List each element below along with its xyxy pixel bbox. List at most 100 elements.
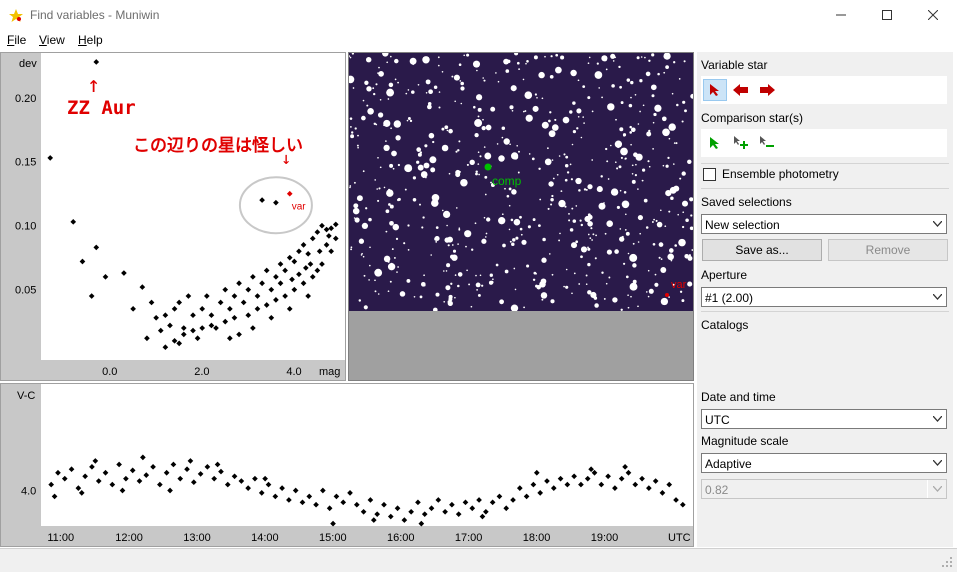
star <box>670 196 674 200</box>
star <box>389 204 394 209</box>
star <box>629 253 638 262</box>
star-field-image[interactable]: comp var <box>349 53 693 311</box>
star <box>632 263 637 268</box>
star <box>525 114 533 122</box>
star <box>660 297 669 306</box>
star <box>578 283 581 285</box>
star <box>622 133 627 137</box>
magnitude-scale-combo[interactable]: Adaptive <box>701 453 947 473</box>
star <box>460 81 464 86</box>
aperture-value: #1 (2.00) <box>705 291 754 305</box>
star <box>376 188 379 190</box>
menu-view[interactable]: View <box>39 33 65 47</box>
star <box>432 140 435 144</box>
star <box>362 170 365 173</box>
saved-selection-combo[interactable]: New selection <box>701 214 947 234</box>
star <box>453 74 460 81</box>
x-tick-label: 19:00 <box>591 532 619 544</box>
star <box>682 211 685 214</box>
star <box>476 289 478 291</box>
frame-image-panel[interactable]: comp var <box>348 52 694 381</box>
close-icon <box>928 10 938 20</box>
star <box>441 71 444 73</box>
star <box>607 178 610 180</box>
star <box>472 60 481 68</box>
star <box>490 106 496 112</box>
mag-dev-chart[interactable]: dev mag var 0.0 2.0 4.0 0.20 0.15 0.10 0.05 <box>1 53 345 380</box>
star <box>409 57 417 65</box>
add-comparison-button[interactable] <box>729 132 753 154</box>
select-variable-button[interactable] <box>703 79 727 101</box>
star <box>508 228 511 231</box>
menu-help[interactable]: Help <box>78 33 103 47</box>
star <box>637 123 640 125</box>
star <box>455 169 461 175</box>
save-as-button[interactable]: Save as... <box>702 239 822 261</box>
star <box>675 142 678 145</box>
star <box>685 218 689 222</box>
star <box>595 234 597 237</box>
star <box>374 179 376 181</box>
star <box>618 65 621 69</box>
y-tick-label: 0.10 <box>15 221 36 233</box>
star <box>648 165 651 168</box>
aperture-combo[interactable]: #1 (2.00) <box>701 287 947 307</box>
remove-selection-button[interactable]: Remove <box>828 239 948 261</box>
star <box>419 203 421 206</box>
star <box>393 120 401 128</box>
star <box>637 215 643 221</box>
next-variable-button[interactable] <box>755 79 779 101</box>
star <box>504 269 509 274</box>
var-star-marker[interactable] <box>665 293 669 297</box>
star <box>520 233 523 236</box>
star <box>404 188 407 191</box>
star <box>562 116 570 124</box>
star <box>570 178 573 181</box>
star <box>666 164 669 167</box>
star <box>591 110 594 113</box>
star <box>395 225 397 227</box>
light-curve-chart[interactable]: V-C UTC 11:00 12:00 13:00 14:00 15:00 16:00 17… <box>1 384 693 546</box>
star <box>644 56 646 59</box>
star <box>682 100 686 104</box>
star <box>521 239 527 245</box>
star <box>629 125 632 129</box>
star <box>349 185 352 187</box>
star <box>457 243 459 245</box>
star <box>531 157 535 161</box>
star <box>572 129 577 134</box>
star <box>625 213 627 216</box>
magnitude-range-combo[interactable]: 0.82 <box>701 479 947 499</box>
mag-dev-graph-panel[interactable]: dev mag var 0.0 2.0 4.0 0.20 0.15 0.10 0.05 ↑ … <box>0 52 346 381</box>
previous-variable-button[interactable] <box>729 79 753 101</box>
resize-grip-icon[interactable] <box>941 556 953 568</box>
close-button[interactable] <box>910 0 956 30</box>
comp-star-marker[interactable] <box>484 163 492 171</box>
star <box>653 112 657 117</box>
remove-comparison-button[interactable] <box>755 132 779 154</box>
star <box>441 144 449 152</box>
maximize-button[interactable] <box>864 0 910 30</box>
star <box>538 167 541 171</box>
star <box>587 233 590 236</box>
star <box>658 256 661 259</box>
star <box>646 291 648 293</box>
light-curve-panel[interactable]: V-C UTC 11:00 12:00 13:00 14:00 15:00 16:00 17… <box>0 383 694 547</box>
star <box>483 79 486 82</box>
star <box>464 230 472 238</box>
star <box>588 56 591 59</box>
star <box>645 71 651 77</box>
star <box>349 186 351 189</box>
star <box>378 66 380 69</box>
star <box>550 203 553 206</box>
star <box>674 244 677 247</box>
star <box>469 159 475 165</box>
minimize-button[interactable] <box>818 0 864 30</box>
menu-file[interactable]: File <box>7 33 26 47</box>
star <box>482 77 485 79</box>
ensemble-checkbox[interactable] <box>703 168 716 181</box>
star <box>465 245 467 248</box>
menu-file-label: ile <box>14 33 27 47</box>
select-comparison-button[interactable] <box>703 132 727 154</box>
date-time-combo[interactable]: UTC <box>701 409 947 429</box>
